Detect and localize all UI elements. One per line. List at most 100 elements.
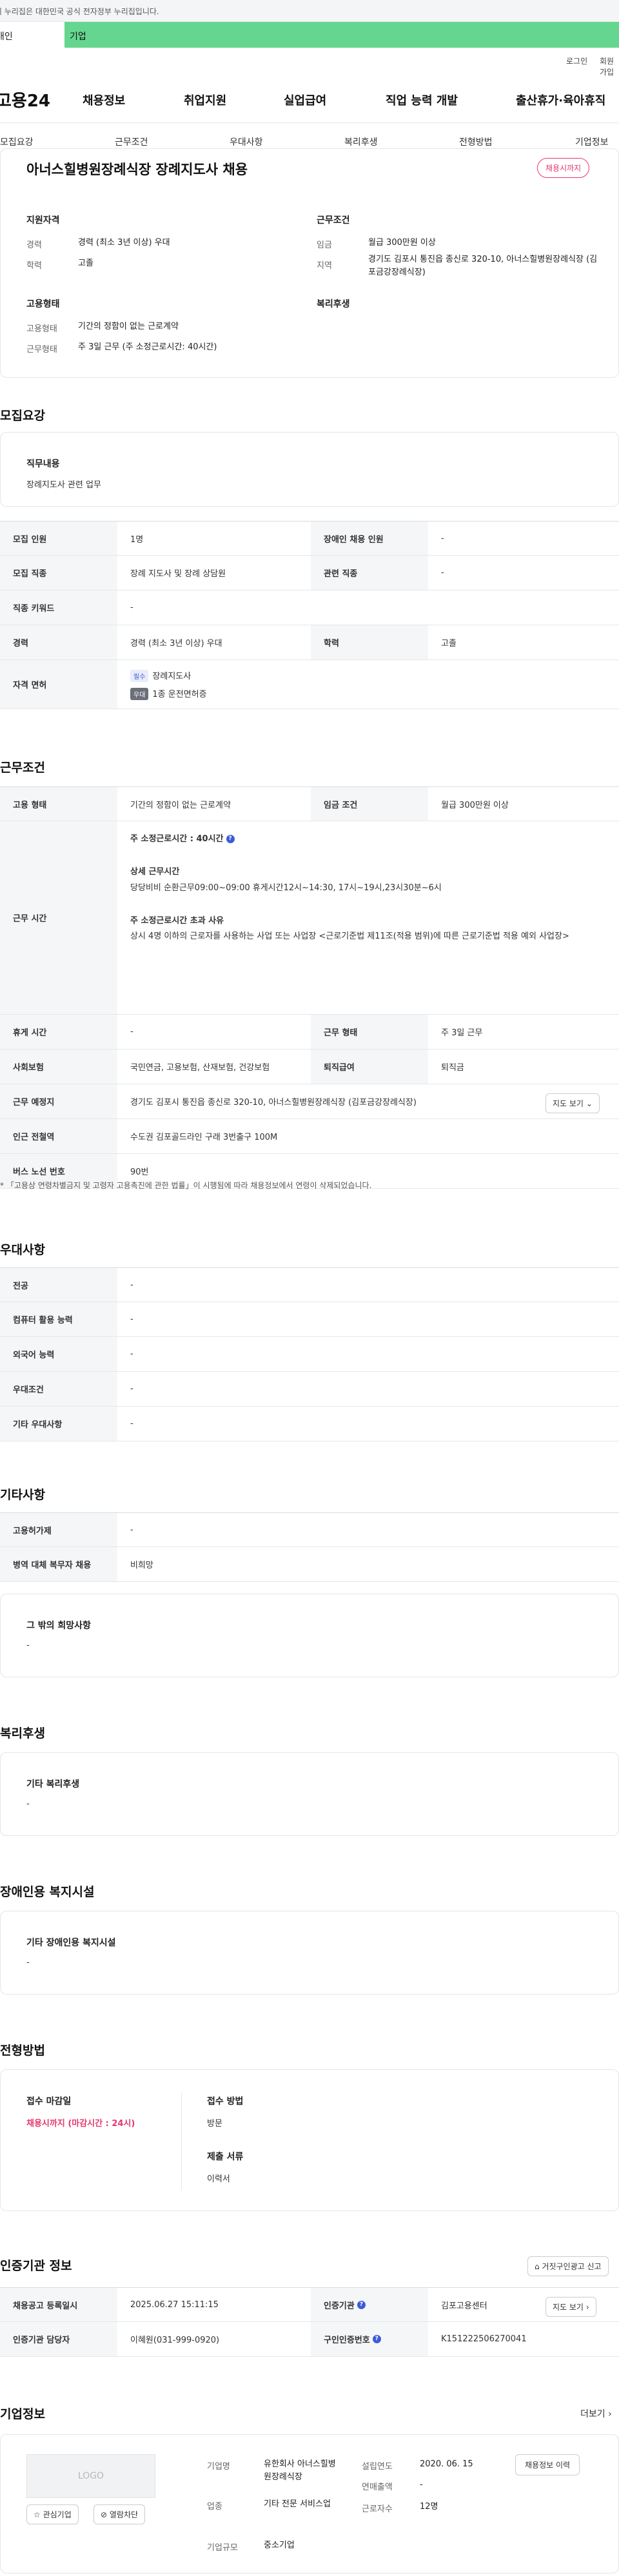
map-button[interactable]: 지도 보기 ⌄ <box>545 1093 600 1113</box>
table-header: 근무 시간 <box>0 821 117 1014</box>
region-value: 경기도 김포시 통진읍 종신로 320-10, 아너스힐병원장례식장 (김포금강… <box>368 255 598 277</box>
table-header: 외국어 능력 <box>0 1337 117 1371</box>
table-cell: 경기도 김포시 통진읍 종신로 320-10, 아너스힐병원장례식장 (김포금강… <box>130 1098 417 1107</box>
interest-company-button[interactable]: ☆ 관심기업 <box>26 2504 79 2524</box>
table-row: 고용허가제 - <box>0 1512 619 1547</box>
tab-personal[interactable]: 개인 <box>0 22 64 48</box>
other-extra-heading: 그 밖의 희망사항 <box>26 1621 91 1631</box>
docs-heading: 제출 서류 <box>207 2152 244 2162</box>
age-notice: * 「고용상 연령차별금지 및 고령자 고용촉진에 관한 법률」이 시행됨에 따… <box>0 1180 371 1191</box>
table-header: 컴퓨터 활용 능력 <box>0 1302 117 1336</box>
gnb-unemployment-benefit[interactable]: 실업급여 <box>284 92 326 108</box>
selection-box: 접수 마감일 채용시까지 (마감시간 : 24시) 접수 방법 방문 제출 서류… <box>0 2069 619 2211</box>
login-link[interactable]: 로그인 <box>566 55 587 66</box>
info-icon[interactable]: ? <box>372 2335 381 2343</box>
sales-value: - <box>420 2480 423 2490</box>
table-cell: - <box>130 1525 133 1535</box>
info-icon[interactable]: ? <box>226 835 235 843</box>
table-row: 컴퓨터 활용 능력 - <box>0 1302 619 1337</box>
founded-label: 설립연도 <box>362 2462 393 2472</box>
gnb-maternity-leave[interactable]: 출산휴가·육아휴직 <box>516 92 605 108</box>
welfare-heading: 복리후생 <box>317 299 350 309</box>
table-cell: 김포고용센터 <box>441 2301 487 2311</box>
other-extra-text: - <box>26 1641 30 1650</box>
preferred-tag: 우대 <box>130 688 149 700</box>
weekly-hours: 주 소정근로시간 : 40시간 <box>130 834 224 844</box>
table-header: 채용공고 등록일시 <box>0 2288 117 2321</box>
table-row: 전공 - <box>0 1267 619 1302</box>
license-cell: 필수 장례지도사 우대 1종 운전면허증 <box>117 660 619 708</box>
table-header: 장애인 채용 인원 <box>311 522 428 555</box>
table-cell: 고졸 <box>441 639 457 649</box>
tab-corporate[interactable]: 기업 <box>64 22 619 48</box>
table-header: 근무 예정지 <box>0 1084 117 1118</box>
table-header: 자격 면허 <box>0 660 117 708</box>
table-header: 퇴직급여 <box>311 1049 428 1084</box>
tab-personal-label: 개인 <box>0 32 13 42</box>
agency-map-button[interactable]: 지도 보기 › <box>545 2297 596 2317</box>
section-nav-conditions[interactable]: 근무조건 <box>115 135 148 148</box>
founded-value: 2020. 06. 15 <box>420 2459 473 2469</box>
overtime-text: 상시 4명 이하의 근로자를 사용하는 사업 또는 사업장 <근로기준법 제11… <box>130 932 569 941</box>
table-row: 우대조건 - <box>0 1372 619 1407</box>
table-cell: - <box>441 568 444 578</box>
section-nav-preference[interactable]: 우대사항 <box>230 135 263 148</box>
divider <box>181 2093 182 2190</box>
report-fake-ad-button[interactable]: ⌂ 거짓구인광고 신고 <box>527 2256 609 2276</box>
table-header: 전공 <box>0 1268 117 1302</box>
career-label: 경력 <box>26 240 42 250</box>
site-logo-text: 고용24 <box>0 92 51 111</box>
gnb-job-info[interactable]: 채용정보 <box>83 92 125 108</box>
section-nav-company[interactable]: 기업정보 <box>575 135 609 148</box>
employment-type-value: 기간의 정함이 없는 근로계약 <box>78 322 179 331</box>
company-logo-text: LOGO <box>77 2471 104 2481</box>
wage-value: 월급 300만원 이상 <box>368 238 436 248</box>
recruit-history-button[interactable]: 채용정보 이력 <box>515 2454 580 2475</box>
block-view-button[interactable]: ⊘ 열람차단 <box>93 2504 146 2524</box>
welfare-box-text: - <box>26 1799 30 1809</box>
disability-box-heading: 기타 장애인용 복지시설 <box>26 1938 116 1948</box>
gnb-vocational-training[interactable]: 직업 능력 개발 <box>386 92 458 108</box>
agency-section-title: 인증기관 정보 <box>0 2259 72 2273</box>
table-cell: - <box>130 1384 133 1394</box>
table-cell: 비희망 <box>130 1561 153 1570</box>
deadline-value: 채용시까지 (마감시간 : 24시) <box>26 2119 135 2129</box>
section-nav-selection[interactable]: 전형방법 <box>459 135 493 148</box>
star-icon: ☆ <box>34 2510 43 2519</box>
table-header: 고용 형태 <box>0 787 117 821</box>
company-logo-placeholder: LOGO <box>26 2454 155 2498</box>
tab-corporate-label: 기업 <box>70 32 86 42</box>
industry-label: 업종 <box>207 2502 222 2512</box>
table-row: 근무 예정지 경기도 김포시 통진읍 종신로 320-10, 아너스힐병원장례식… <box>0 1084 619 1119</box>
section-nav-welfare[interactable]: 복리후생 <box>344 135 378 148</box>
company-size-value: 중소기업 <box>264 2541 295 2550</box>
info-icon[interactable]: ? <box>357 2300 366 2309</box>
table-row: 외국어 능력 - <box>0 1337 619 1372</box>
company-box: LOGO ☆ 관심기업 ⊘ 열람차단 기업명 유한회사 아너스힐병원장례식장 업… <box>0 2434 619 2573</box>
method-heading: 접수 방법 <box>207 2096 244 2107</box>
duty-text: 장례지도사 관련 업무 <box>26 480 101 490</box>
gov-banner-text: 이 누리집은 대한민국 공식 전자정부 누리집입니다. <box>0 7 159 16</box>
table-cell: 1명 <box>130 534 144 545</box>
license-item: 장례지도사 <box>152 672 192 681</box>
table-header: 고용허가제 <box>0 1513 117 1547</box>
table-row: 휴게 시간 - 근무 형태 주 3일 근무 <box>0 1015 619 1049</box>
company-more-link[interactable]: 더보기 › <box>580 2407 612 2420</box>
table-row: 근무 시간 주 소정근로시간 : 40시간? 상세 근무시간 당당비비 순환근무… <box>0 821 619 1015</box>
gnb-employment-support[interactable]: 취업지원 <box>184 92 226 108</box>
table-row: 병역 대체 복무자 채용 비희망 <box>0 1547 619 1582</box>
table-header: 휴게 시간 <box>0 1015 117 1049</box>
employees-value: 12명 <box>420 2502 438 2512</box>
selection-section-title: 전형방법 <box>0 2044 45 2058</box>
signup-link[interactable]: 회원가입 <box>600 55 619 77</box>
section-nav-recruit[interactable]: 모집요강 <box>0 135 34 148</box>
table-header: 학력 <box>311 625 428 659</box>
table-header: 병역 대체 복무자 채용 <box>0 1547 117 1581</box>
table-header: 인증기관? <box>311 2288 428 2321</box>
table-header: 근무 형태 <box>311 1015 428 1049</box>
overtime-heading: 주 소정근로시간 초과 사유 <box>130 916 224 926</box>
table-cell: - <box>130 1027 133 1037</box>
table-cell: 경력 (최소 3년 이상) 우대 <box>130 639 222 649</box>
table-cell: - <box>130 1349 133 1359</box>
conditions-heading: 근무조건 <box>317 215 350 226</box>
